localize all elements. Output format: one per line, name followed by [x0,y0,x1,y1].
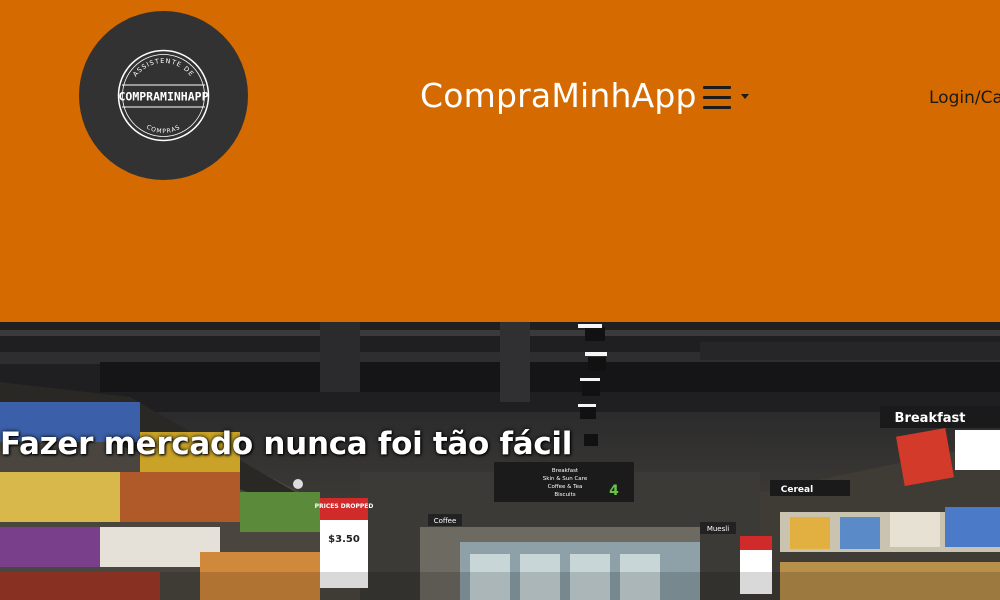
hero-heading: Fazer mercado nunca foi tão fácil [0,426,573,462]
aisle-sign-item: Breakfast [552,468,579,474]
hero-banner: PRICES DROPPED $3.50 Breakfast Skin & Su… [0,322,1000,600]
muesli-sign: Muesli [707,525,729,533]
caret-down-icon [741,94,749,99]
menu-dropdown-toggle[interactable] [700,80,754,114]
breakfast-sign: Breakfast [895,411,966,426]
logo-bottom-text: COMPRAS [145,124,182,136]
cereal-sign: Cereal [781,485,813,495]
aisle-sign-item: Biscuits [554,492,575,498]
logo-badge-icon: ASSISTENTE DE COMPRAMINHAPP COMPRAS [117,49,210,142]
coffee-sign: Coffee [434,517,457,525]
hamburger-icon [703,84,733,110]
aisle-number: 4 [609,483,619,499]
brand-logo[interactable]: ASSISTENTE DE COMPRAMINHAPP COMPRAS [79,11,248,180]
logo-top-text: ASSISTENTE DE [131,57,196,78]
prices-dropped-sign: PRICES DROPPED [315,503,374,510]
aisle-sign-item: Coffee & Tea [548,484,583,490]
price-tag: $3.50 [328,534,360,545]
site-header: ASSISTENTE DE COMPRAMINHAPP COMPRAS Comp… [0,0,1000,322]
logo-name: COMPRAMINHAPP [118,90,208,104]
aisle-sign-item: Skin & Sun Care [543,476,588,482]
brand-title[interactable]: CompraMinhApp [420,76,697,115]
login-register-link[interactable]: Login/Ca [929,88,1000,108]
